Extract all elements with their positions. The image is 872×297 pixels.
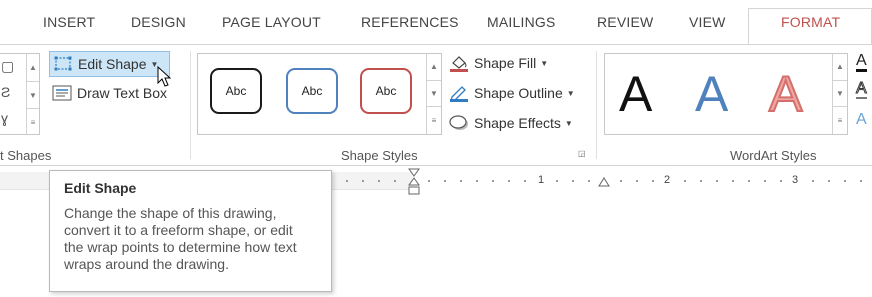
tab-mailings[interactable]: MAILINGS	[487, 14, 556, 30]
shape-effects-label: Shape Effects	[474, 115, 561, 131]
right-indent-marker-icon[interactable]	[598, 177, 610, 187]
edit-shape-icon	[53, 55, 73, 73]
indent-marker-icon[interactable]	[407, 168, 421, 196]
shape-fill-button[interactable]: Shape Fill ▼	[449, 50, 548, 76]
wordart-scroll-down[interactable]: ▼	[833, 81, 847, 108]
tooltip-title: Edit Shape	[64, 180, 137, 196]
shape-styles-scroll-down[interactable]: ▼	[427, 81, 441, 108]
wordart-styles-gallery[interactable]: A A A ▲ ▼ ≡	[604, 53, 848, 135]
shape-fill-label: Shape Fill	[474, 55, 537, 71]
insert-shapes-group-label: t Shapes	[0, 148, 52, 163]
shape-effects-icon	[449, 114, 469, 132]
pencil-icon	[449, 84, 469, 102]
ruler-text-area	[412, 172, 872, 190]
shape-styles-group-label: Shape Styles	[341, 148, 418, 163]
edit-shape-label: Edit Shape	[78, 56, 147, 72]
text-box-icon	[52, 84, 72, 102]
shape-styles-scroll: ▲ ▼ ≡	[426, 54, 441, 134]
freeform-shape-icon[interactable]: ɣ	[1, 110, 17, 126]
curve-shape-icon[interactable]: Ƨ	[1, 84, 17, 100]
wordart-style-blue[interactable]: A	[695, 64, 728, 124]
shape-outline-button[interactable]: Shape Outline ▼	[449, 80, 575, 106]
group-divider	[596, 51, 597, 159]
gallery-scroll-up[interactable]: ▲	[26, 54, 39, 81]
edit-shape-button[interactable]: Edit Shape ▼	[49, 51, 170, 77]
shape-styles-dialog-launcher-icon[interactable]: ◲	[578, 149, 588, 159]
shape-styles-more-button[interactable]: ≡	[427, 107, 441, 134]
text-fill-icon[interactable]: A	[856, 53, 867, 72]
text-effects-icon[interactable]: A	[856, 111, 867, 129]
wordart-scroll-up[interactable]: ▲	[833, 54, 847, 81]
gallery-scroll-down[interactable]: ▼	[26, 81, 39, 108]
wordart-styles-group-label: WordArt Styles	[730, 148, 817, 163]
shape-style-black[interactable]: Abc	[210, 68, 262, 114]
chevron-down-icon: ▼	[566, 88, 575, 98]
paint-bucket-icon	[449, 54, 469, 72]
ribbon: ▢ Ƨ ɣ ▲ ▼ ≡ Edit Shape ▼ Draw Text Box t…	[0, 44, 872, 166]
tab-design[interactable]: DESIGN	[131, 14, 186, 30]
chevron-down-icon: ▼	[564, 118, 573, 128]
edit-shape-tooltip: Edit Shape Change the shape of this draw…	[49, 170, 332, 292]
tab-review[interactable]: REVIEW	[597, 14, 653, 30]
wordart-style-black[interactable]: A	[619, 64, 652, 124]
wordart-more-button[interactable]: ≡	[833, 107, 847, 134]
shape-effects-button[interactable]: Shape Effects ▼	[449, 110, 573, 136]
ruler-mark-1: 1	[538, 174, 545, 186]
rectangle-shape-icon[interactable]: ▢	[1, 58, 17, 74]
ruler-mark-2: 2	[664, 174, 671, 186]
tab-format[interactable]: FORMAT	[781, 14, 840, 30]
tooltip-body: Change the shape of this drawing, conver…	[64, 205, 297, 272]
shape-outline-label: Shape Outline	[474, 85, 563, 101]
gallery-more-button[interactable]: ≡	[26, 108, 39, 135]
shape-styles-scroll-up[interactable]: ▲	[427, 54, 441, 81]
tab-page-layout[interactable]: PAGE LAYOUT	[222, 14, 321, 30]
ribbon-tabs: INSERT DESIGN PAGE LAYOUT REFERENCES MAI…	[0, 0, 872, 46]
tab-insert[interactable]: INSERT	[43, 14, 95, 30]
mouse-pointer-icon	[157, 66, 171, 87]
draw-text-box-label: Draw Text Box	[77, 85, 167, 101]
chevron-down-icon: ▼	[540, 58, 549, 68]
text-outline-icon[interactable]: A	[856, 80, 867, 99]
shape-style-red[interactable]: Abc	[360, 68, 412, 114]
ruler-mark-3: 3	[792, 174, 799, 186]
wordart-scroll: ▲ ▼ ≡	[832, 54, 847, 134]
tab-references[interactable]: REFERENCES	[361, 14, 459, 30]
wordart-style-red[interactable]: A	[768, 64, 803, 124]
tab-view[interactable]: VIEW	[689, 14, 726, 30]
shape-styles-gallery[interactable]: Abc Abc Abc ▲ ▼ ≡	[197, 53, 442, 135]
group-divider	[190, 51, 191, 159]
shapes-gallery[interactable]: ▢ Ƨ ɣ ▲ ▼ ≡	[0, 53, 40, 135]
shape-style-blue[interactable]: Abc	[286, 68, 338, 114]
